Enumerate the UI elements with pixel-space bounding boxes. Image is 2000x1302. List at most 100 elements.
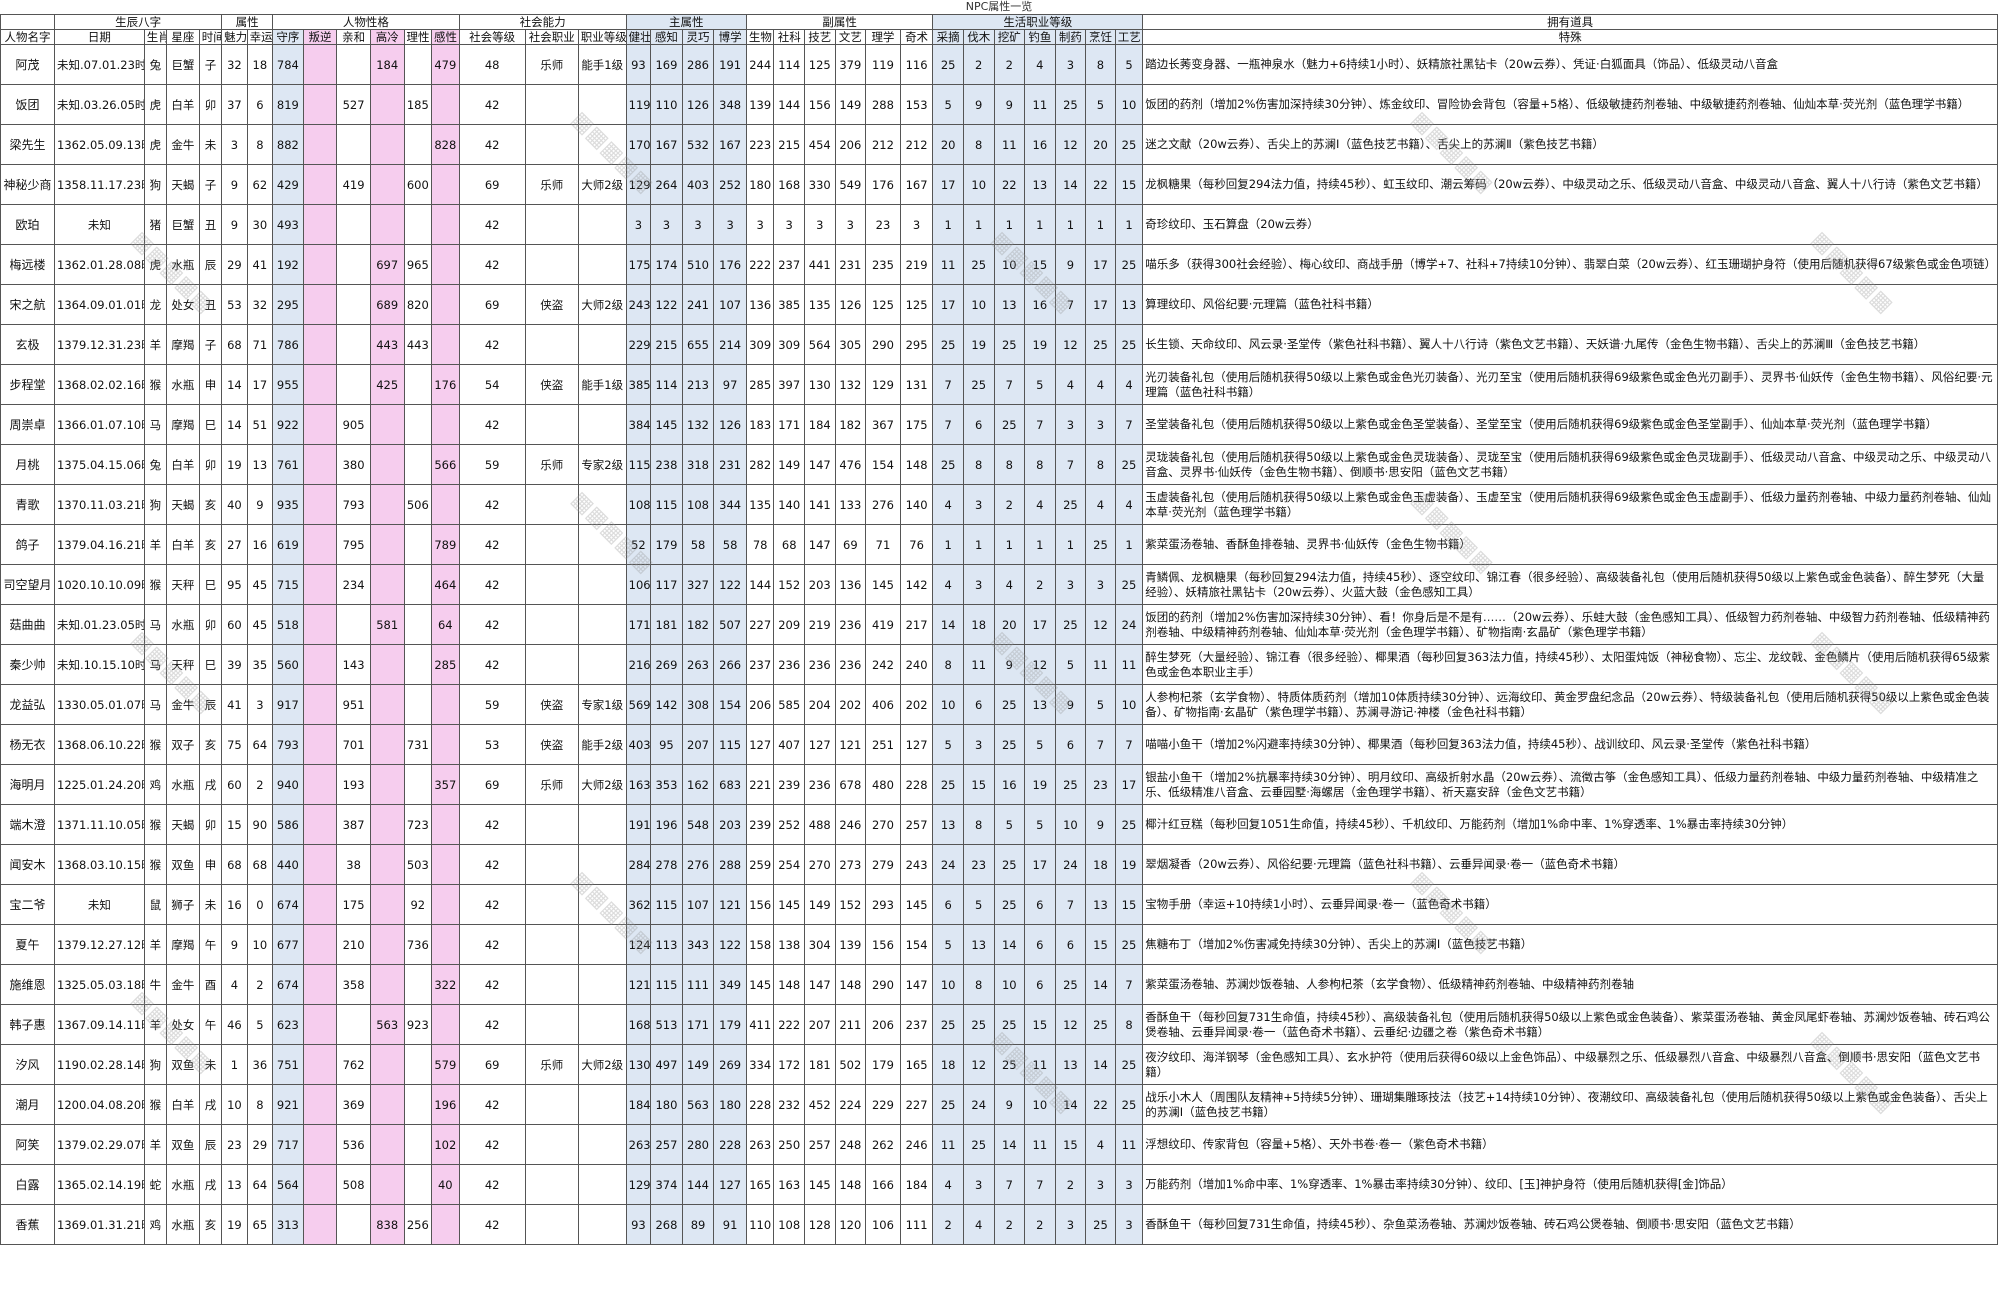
cell-rational: 820 [403, 284, 433, 325]
cell-special-items: 人参枸杞茶（玄学食物）、特质体质药剂（增加10体质持续30分钟）、远海纹印、黄金… [1142, 684, 1998, 725]
cell-social-job [524, 924, 579, 965]
cell-date: 1367.09.14.11时 [54, 1004, 145, 1045]
cell-luck: 16 [246, 524, 274, 565]
cell-special-items: 长生锁、天命纹印、风云录·圣堂传（紫色社科书籍）、翼人十八行诗（紫色文艺书籍）、… [1142, 324, 1998, 365]
cell-social-level: 42 [458, 524, 526, 565]
cell-dexterity: 318 [681, 444, 715, 485]
cell-fishing: 4 [1024, 44, 1056, 85]
cell-arcane: 147 [899, 964, 934, 1005]
cell-logging: 25 [962, 1124, 995, 1165]
cell-zodiac: 虎 [143, 244, 168, 285]
cell-craft: 130 [804, 364, 836, 405]
cell-luck: 9 [246, 484, 274, 525]
cell-social-science: 237 [773, 244, 805, 285]
cell-hour: 戌 [198, 764, 223, 805]
cell-hour: 酉 [198, 964, 223, 1005]
cell-emotional [431, 804, 460, 845]
cell-craft: 236 [804, 764, 836, 805]
col-header-arcane: 奇术 [899, 29, 934, 45]
cell-special-items: 光刃装备礼包（使用后随机获得50级以上紫色或金色光刃装备）、光刃至宝（使用后随机… [1142, 364, 1998, 405]
cell-social-science: 215 [773, 124, 805, 165]
cell-dexterity: 89 [681, 1204, 715, 1245]
cell-special-items: 夜汐纹印、海洋钢琴（金色感知工具）、玄水护符（使用后获得60级以上金色饰品）、中… [1142, 1044, 1998, 1085]
cell-emotional [431, 1004, 460, 1045]
cell-perception: 122 [650, 284, 683, 325]
cell-luck: 3 [246, 684, 274, 725]
cell-mining: 2 [993, 484, 1026, 525]
cell-gather: 25 [932, 444, 964, 485]
cell-mining: 25 [993, 884, 1026, 925]
cell-arcane: 148 [899, 444, 934, 485]
cell-biology: 222 [745, 244, 775, 285]
cell-social-job: 乐师 [524, 764, 579, 805]
cell-luck: 51 [246, 404, 274, 445]
col-header-biology: 生物 [745, 29, 775, 45]
cell-science: 406 [865, 684, 901, 725]
cell-rational [403, 204, 433, 245]
cell-logging: 13 [962, 924, 995, 965]
cell-cooking: 3 [1085, 404, 1116, 445]
cell-fishing: 4 [1024, 484, 1056, 525]
cell-charm: 9 [221, 164, 248, 205]
cell-crafting: 10 [1114, 84, 1144, 125]
cell-fishing: 11 [1024, 1124, 1056, 1165]
cell-cooking: 5 [1085, 684, 1116, 725]
cell-vigor: 170 [625, 124, 652, 165]
cell-hour: 未 [198, 884, 223, 925]
cell-affinity: 527 [336, 84, 371, 125]
cell-date: 1020.10.10.09时 [54, 564, 145, 605]
cell-crafting: 3 [1114, 1204, 1144, 1245]
cell-biology: 206 [745, 684, 775, 725]
cell-social-level: 59 [458, 444, 526, 485]
cell-constellation: 白羊 [166, 84, 200, 125]
cell-date: 1370.11.03.21时 [54, 484, 145, 525]
cell-biology: 127 [745, 724, 775, 765]
cell-emotional [431, 244, 460, 285]
npc-row: 龙益弘 1330.05.01.07时马金牛辰 41 3 917 951 59 侠盗 专家1级 56… [0, 684, 1998, 725]
cell-arcane: 257 [899, 804, 934, 845]
npc-row: 闻安木 1368.03.10.15时猴双鱼申 68 68 440 38 503 42 284 27… [0, 844, 1998, 885]
cell-fishing: 6 [1024, 924, 1056, 965]
cell-luck: 8 [246, 124, 274, 165]
cell-cooking: 3 [1085, 1164, 1116, 1205]
cell-date: 1368.03.10.15时 [54, 844, 145, 885]
cell-mining: 20 [993, 604, 1026, 645]
cell-luck: 65 [246, 1204, 274, 1245]
cell-rational: 600 [403, 164, 433, 205]
cell-crafting: 25 [1114, 564, 1144, 605]
cell-social-job [524, 404, 579, 445]
cell-erudition: 348 [713, 84, 747, 125]
cell-craft: 135 [804, 284, 836, 325]
cell-crafting: 13 [1114, 284, 1144, 325]
cell-logging: 18 [962, 604, 995, 645]
cell-social-level: 54 [458, 364, 526, 405]
cell-dexterity: 107 [681, 884, 715, 925]
cell-special-items: 翠烟凝香（20w云券）、风俗纪要·元理篇（蓝色社科书籍）、云垂异闻录·卷一（蓝色… [1142, 844, 1998, 885]
cell-emotional: 464 [431, 564, 460, 605]
cell-social-job: 乐师 [524, 164, 579, 205]
cell-biology: 136 [745, 284, 775, 325]
cell-cooking: 5 [1085, 84, 1116, 125]
cell-crafting: 25 [1114, 244, 1144, 285]
cell-aloof [369, 564, 405, 605]
cell-science: 106 [865, 1204, 901, 1245]
cell-hour: 未 [198, 1044, 223, 1085]
cell-order: 493 [272, 204, 304, 245]
cell-erudition: 269 [713, 1044, 747, 1085]
cell-zodiac: 狗 [143, 1044, 168, 1085]
cell-name: 潮月 [0, 1084, 56, 1125]
cell-science: 176 [865, 164, 901, 205]
cell-affinity: 380 [336, 444, 371, 485]
cell-emotional: 322 [431, 964, 460, 1005]
cell-perception: 114 [650, 364, 683, 405]
cell-aloof: 697 [369, 244, 405, 285]
cell-special-items: 紫菜蛋汤卷轴、苏澜炒饭卷轴、人参枸杞茶（玄学食物）、低级精神药剂卷轴、中级精神药… [1142, 964, 1998, 1005]
cell-social-science: 144 [773, 84, 805, 125]
cell-social-level: 53 [458, 724, 526, 765]
cell-vigor: 129 [625, 164, 652, 205]
cell-arcane: 142 [899, 564, 934, 605]
cell-social-level: 42 [458, 124, 526, 165]
cell-gather: 24 [932, 844, 964, 885]
cell-affinity: 143 [336, 644, 371, 685]
npc-row: 施维恩 1325.05.03.18时牛金牛酉 4 2 674 358 322 42 121 115… [0, 964, 1998, 1005]
